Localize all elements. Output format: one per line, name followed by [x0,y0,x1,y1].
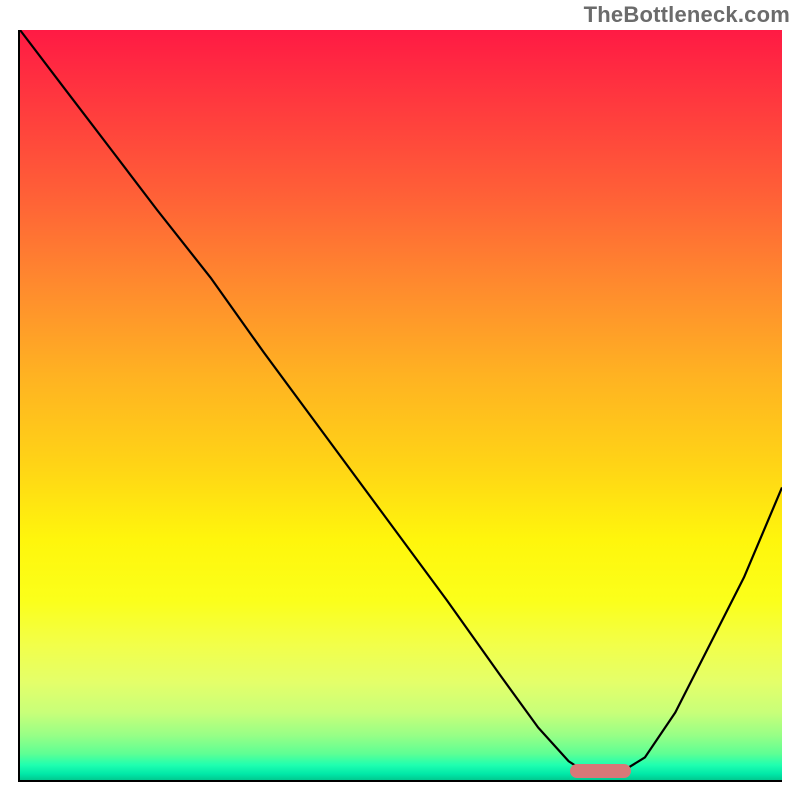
optimal-marker [570,764,631,778]
watermark-text: TheBottleneck.com [584,2,790,28]
bottleneck-curve [20,30,782,776]
curve-svg [20,30,782,780]
plot-area [18,30,782,782]
chart-container: TheBottleneck.com [0,0,800,800]
